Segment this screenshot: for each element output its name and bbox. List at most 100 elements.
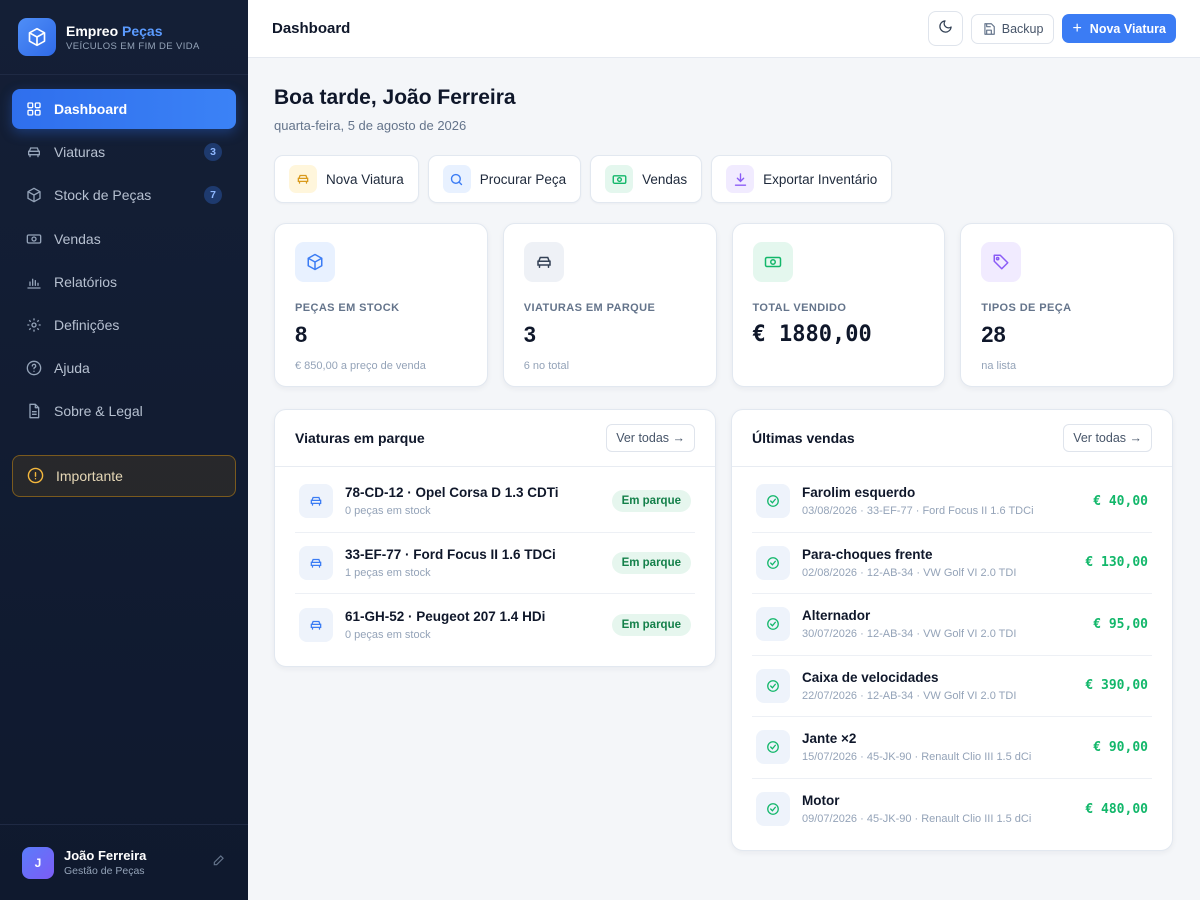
panel-title: Viaturas em parque — [295, 430, 425, 446]
tag-icon — [981, 242, 1022, 282]
sale-title: Farolim esquerdo — [802, 485, 916, 501]
stat-value: 8 — [295, 322, 308, 347]
sale-sub: 15/07/2026 · 45-JK-90 · Renault Clio III… — [802, 751, 1032, 764]
new-vehicle-button[interactable]: + Nova Viatura — [1062, 14, 1176, 43]
theme-toggle-button[interactable] — [927, 11, 963, 46]
cash-icon — [752, 242, 793, 282]
sidebar-item-sobre[interactable]: Sobre & Legal — [12, 391, 236, 431]
important-button[interactable]: Importante — [12, 454, 236, 497]
sidebar-item-label: Definições — [54, 316, 120, 333]
brand[interactable]: Empreo Peças VEÍCULOS EM FIM DE VIDA — [0, 0, 248, 75]
vehicle-row[interactable]: 33-EF-77 · Ford Focus II 1.6 TDCi 1 peça… — [295, 533, 695, 594]
stat-card-vehicles: VIATURAS EM PARQUE 3 6 no total — [502, 223, 717, 387]
check-circle-icon — [756, 545, 790, 580]
sale-title: Para-choques frente — [802, 546, 933, 562]
quick-action-label: Procurar Peça — [479, 171, 567, 187]
help-icon — [26, 360, 42, 376]
download-icon — [726, 165, 755, 193]
quick-action-new-vehicle[interactable]: Nova Viatura — [274, 155, 419, 203]
sidebar-item-ajuda[interactable]: Ajuda — [12, 348, 236, 388]
car-icon — [523, 242, 564, 282]
check-circle-icon — [756, 607, 790, 642]
stat-card-parts-stock: PEÇAS EM STOCK 8 € 850,00 a preço de ven… — [274, 223, 488, 387]
moon-icon — [938, 19, 953, 39]
stat-label: PEÇAS EM STOCK — [295, 302, 400, 314]
vehicle-row[interactable]: 78-CD-12 · Opel Corsa D 1.3 CDTi 0 peças… — [295, 471, 695, 533]
cash-icon — [26, 231, 42, 247]
sale-amount: € 95,00 — [1093, 616, 1148, 632]
backup-button[interactable]: Backup — [970, 13, 1055, 44]
vehicle-row[interactable]: 61-GH-52 · Peugeot 207 1.4 HDi 0 peças e… — [295, 594, 695, 656]
stat-card-total-sold: TOTAL VENDIDO € 1880,00 — [731, 223, 946, 387]
sale-row[interactable]: Alternador 30/07/2026 · 12-AB-34 · VW Go… — [752, 594, 1152, 656]
stat-sub: na lista — [981, 360, 1017, 372]
see-all-sales-button[interactable]: Ver todas → — [1063, 424, 1152, 452]
sale-sub: 09/07/2026 · 45-JK-90 · Renault Clio III… — [802, 813, 1032, 826]
box-icon — [295, 242, 335, 282]
panel-title: Últimas vendas — [752, 430, 855, 446]
sale-sub: 02/08/2026 · 12-AB-34 · VW Golf VI 2.0 T… — [802, 566, 1017, 579]
sidebar-item-relatorios[interactable]: Relatórios — [12, 262, 236, 302]
page-title: Dashboard — [272, 20, 351, 37]
quick-action-search-part[interactable]: Procurar Peça — [427, 155, 582, 203]
stat-value: 3 — [523, 322, 536, 347]
sidebar-item-stock[interactable]: Stock de Peças 7 — [12, 175, 236, 215]
vehicles-panel: Viaturas em parque Ver todas → 78-CD-12 … — [274, 409, 716, 667]
count-badge: 3 — [204, 143, 222, 162]
quick-action-sales[interactable]: Vendas — [590, 155, 703, 203]
plus-icon: + — [1072, 19, 1082, 37]
edit-pencil-icon[interactable] — [212, 853, 226, 872]
sale-title: Caixa de velocidades — [802, 669, 939, 685]
sidebar-item-vendas[interactable]: Vendas — [12, 219, 236, 259]
greeting: Boa tarde, João Ferreira — [274, 86, 516, 109]
sidebar-item-definicoes[interactable]: Definições — [12, 305, 236, 345]
sale-amount: € 40,00 — [1093, 493, 1148, 509]
info-icon — [27, 467, 44, 484]
vehicle-title: 33-EF-77 · Ford Focus II 1.6 TDCi — [345, 546, 556, 562]
quick-action-export-inventory[interactable]: Exportar Inventário — [711, 155, 893, 203]
sidebar-item-label: Viaturas — [54, 144, 106, 161]
stats-row: PEÇAS EM STOCK 8 € 850,00 a preço de ven… — [274, 223, 1174, 387]
current-date: quarta-feira, 5 de agosto de 2026 — [274, 118, 467, 133]
grid-icon — [26, 101, 42, 117]
sidebar-item-viaturas[interactable]: Viaturas 3 — [12, 132, 236, 172]
quick-action-label: Exportar Inventário — [763, 171, 878, 187]
stat-label: TIPOS DE PEÇA — [981, 302, 1072, 314]
see-all-vehicles-button[interactable]: Ver todas → — [606, 424, 695, 452]
sale-amount: € 390,00 — [1085, 678, 1148, 694]
box-icon — [26, 187, 42, 203]
check-circle-icon — [756, 792, 790, 827]
check-circle-icon — [756, 730, 790, 765]
sidebar: Empreo Peças VEÍCULOS EM FIM DE VIDA Das… — [0, 0, 248, 900]
quick-actions: Nova Viatura Procurar Peça Vendas Export… — [274, 155, 1174, 203]
sale-sub: 03/08/2026 · 33-EF-77 · Ford Focus II 1.… — [802, 505, 1034, 518]
vehicle-sub: 1 peças em stock — [345, 566, 431, 579]
search-icon — [442, 165, 471, 193]
new-vehicle-label: Nova Viatura — [1089, 21, 1166, 36]
quick-action-label: Vendas — [642, 171, 688, 187]
sale-row[interactable]: Jante ×2 15/07/2026 · 45-JK-90 · Renault… — [752, 717, 1152, 779]
sale-amount: € 90,00 — [1093, 739, 1148, 755]
sidebar-item-dashboard[interactable]: Dashboard — [12, 89, 236, 129]
sale-title: Alternador — [802, 608, 871, 624]
sidebar-item-label: Sobre & Legal — [54, 403, 143, 420]
brand-name: Empreo Peças — [66, 22, 163, 39]
backup-label: Backup — [1001, 21, 1044, 36]
user-profile: J João Ferreira Gestão de Peças — [0, 824, 248, 900]
status-badge: Em parque — [611, 490, 691, 513]
sale-row[interactable]: Farolim esquerdo 03/08/2026 · 33-EF-77 ·… — [752, 471, 1152, 533]
stat-sub: € 850,00 a preço de venda — [295, 360, 426, 372]
check-circle-icon — [756, 484, 790, 519]
important-label: Importante — [56, 467, 123, 484]
sale-row[interactable]: Para-choques frente 02/08/2026 · 12-AB-3… — [752, 533, 1152, 594]
sale-row[interactable]: Caixa de velocidades 22/07/2026 · 12-AB-… — [752, 656, 1152, 717]
sale-title: Motor — [802, 793, 840, 809]
sidebar-item-label: Dashboard — [54, 101, 128, 117]
sale-row[interactable]: Motor 09/07/2026 · 45-JK-90 · Renault Cl… — [752, 779, 1152, 841]
stat-value: € 1880,00 — [752, 322, 872, 347]
user-role: Gestão de Peças — [64, 865, 145, 877]
sidebar-item-label: Ajuda — [54, 360, 90, 377]
car-icon — [289, 165, 317, 193]
main-content: Boa tarde, João Ferreira quarta-feira, 5… — [248, 58, 1200, 900]
stat-sub: 6 no total — [523, 360, 570, 372]
